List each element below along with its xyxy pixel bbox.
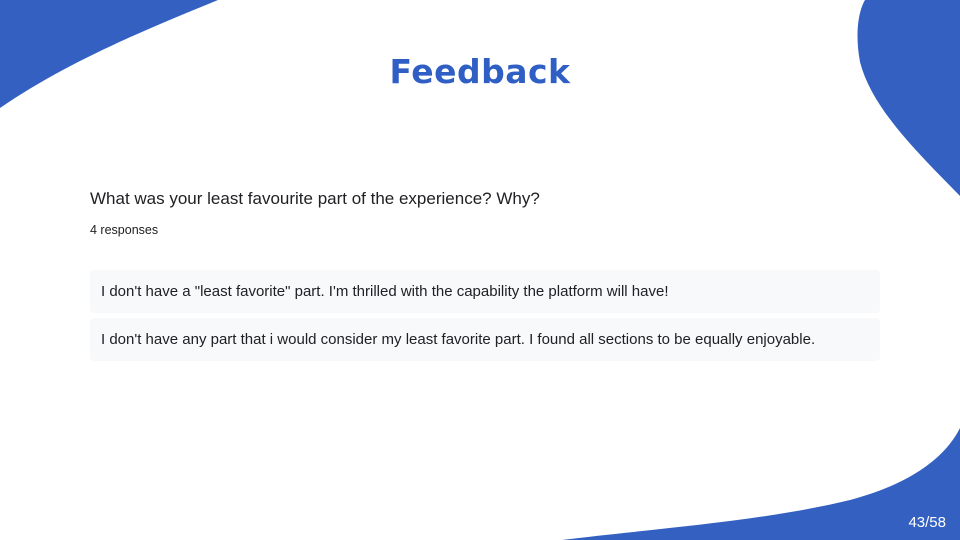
top-right-blob [857,0,960,196]
slide: Feedback What was your least favourite p… [0,0,960,540]
page-title: Feedback [389,52,571,91]
page-number: 43/58 [908,514,946,531]
answer-list: I don't have a "least favorite" part. I'… [90,270,880,366]
response-count: 4 responses [90,223,159,237]
answer-item: I don't have any part that i would consi… [90,318,880,361]
bottom-right-blob [562,428,960,540]
question-text: What was your least favourite part of th… [90,189,540,208]
answer-item: I don't have a "least favorite" part. I'… [90,270,880,313]
